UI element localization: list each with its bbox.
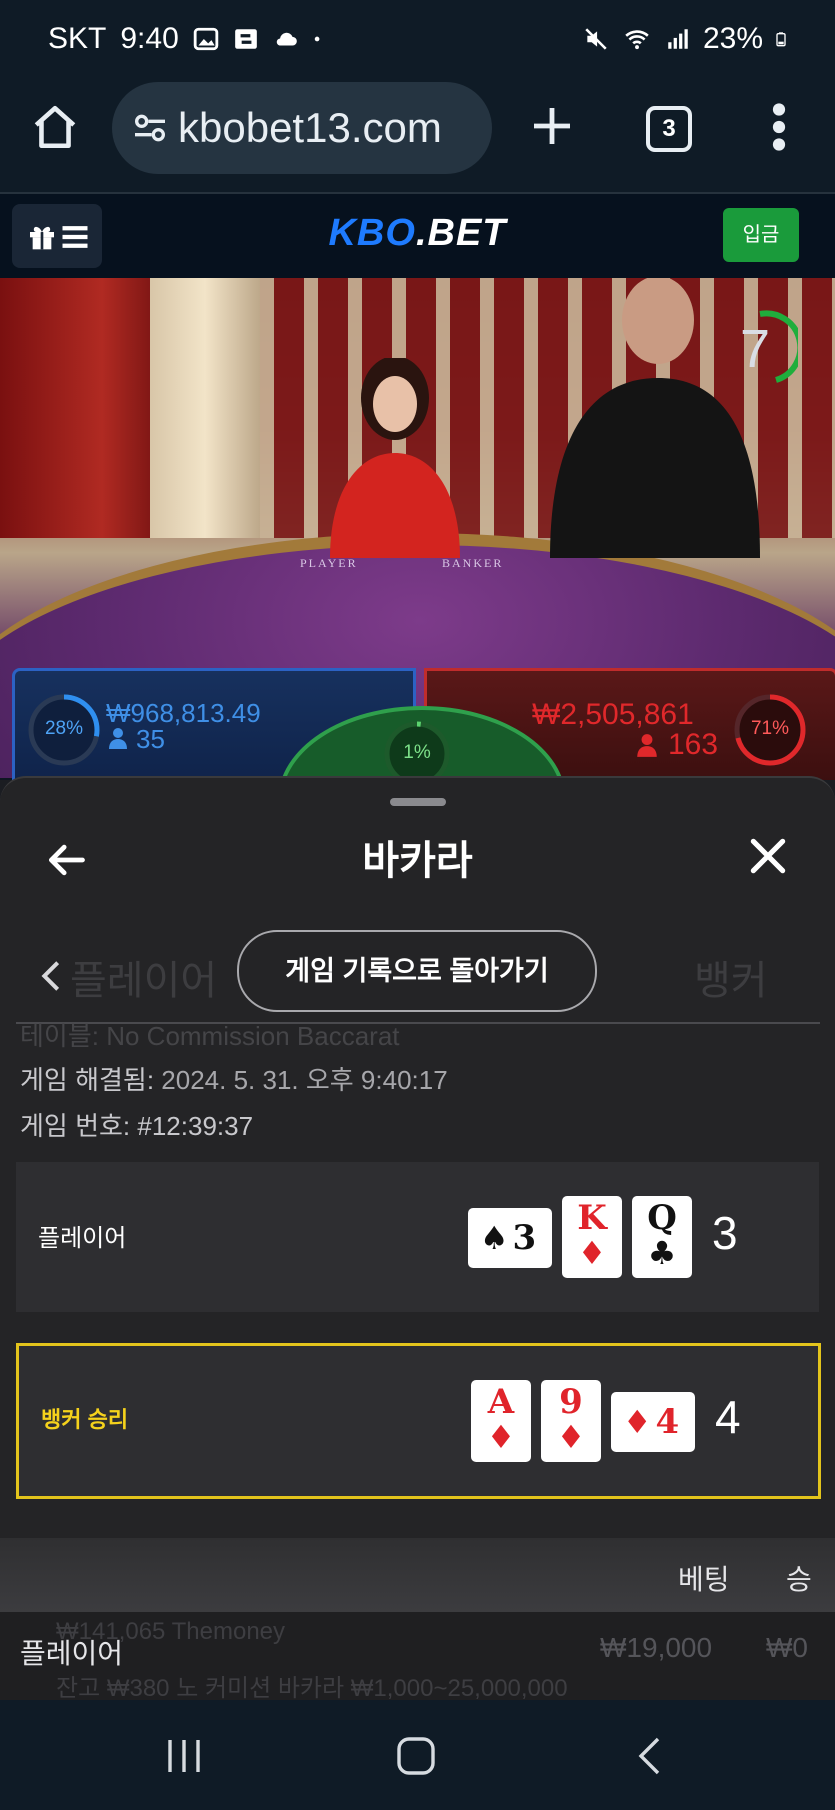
site-logo[interactable]: KBO.BET bbox=[0, 212, 835, 255]
column-bet: 베팅 bbox=[678, 1564, 730, 1595]
column-win: 승 bbox=[786, 1564, 812, 1595]
signal-icon bbox=[668, 29, 688, 49]
countdown-value: 7 bbox=[739, 319, 771, 379]
banker-total-amount: ₩2,505,861 bbox=[532, 698, 694, 731]
betting-header: 베팅 승 bbox=[0, 1538, 835, 1612]
bet-row-label: 플레이어 bbox=[20, 1638, 124, 1669]
player-score: 3 bbox=[712, 1207, 738, 1259]
player-total-amount: ₩968,813.49 bbox=[106, 698, 261, 728]
card-suit: ♠ bbox=[479, 1219, 509, 1257]
ghost-tab-player: 플레이어 bbox=[70, 959, 218, 1003]
banker-score: 4 bbox=[715, 1391, 741, 1443]
game-number-line: 게임 번호: #12:39:37 bbox=[20, 1106, 253, 1143]
close-icon[interactable] bbox=[746, 834, 790, 878]
deposit-button[interactable]: 입금 bbox=[723, 208, 799, 262]
betting-row-player: ₩141,065 Themoney 잔고 ₩380 노 커미션 바카라 ₩1,0… bbox=[0, 1612, 835, 1702]
logo-main: KBO bbox=[328, 212, 416, 254]
card-rank: 4 bbox=[655, 1402, 680, 1442]
resolved-label: 게임 해결됨: bbox=[20, 1065, 155, 1095]
site-settings-icon[interactable] bbox=[130, 108, 170, 148]
banker-result-label: 뱅커 승리 bbox=[41, 1407, 129, 1432]
status-bar: SKT 9:40 23% bbox=[0, 0, 835, 80]
dot-icon bbox=[314, 36, 320, 42]
more-options-icon[interactable] bbox=[772, 102, 786, 152]
ghost-table-line: 테이블: No Commission Baccarat bbox=[20, 1021, 400, 1051]
player-card-3: Q ♣ bbox=[632, 1196, 692, 1278]
logo-suffix: .BET bbox=[415, 212, 507, 254]
banker-card-2: 9 ♦ bbox=[541, 1380, 601, 1462]
ghost-tab-banker: 뱅커 bbox=[694, 959, 768, 1003]
return-to-history-button[interactable]: 게임 기록으로 돌아가기 bbox=[237, 930, 597, 1012]
site-header: KBO.BET 입금 bbox=[0, 194, 835, 278]
dealer-woman bbox=[330, 358, 460, 558]
player-card-1: ♠ 3 bbox=[468, 1208, 552, 1268]
banker-percent: 71% bbox=[750, 718, 790, 739]
game-number-value: #12:39:37 bbox=[137, 1111, 254, 1141]
chevron-left-icon[interactable] bbox=[40, 960, 62, 992]
card-suit: ♦ bbox=[622, 1403, 652, 1441]
card-suit: ♦ bbox=[556, 1418, 586, 1456]
player-card-2: K ♦ bbox=[562, 1196, 622, 1278]
card-suit: ♦ bbox=[577, 1234, 607, 1272]
home-nav-icon[interactable] bbox=[396, 1736, 436, 1776]
gallery-icon bbox=[193, 27, 218, 51]
home-icon[interactable] bbox=[30, 102, 80, 152]
player-percent: 28% bbox=[44, 718, 84, 739]
banker-user-count: 163 bbox=[668, 728, 719, 761]
card-rank: K bbox=[577, 1198, 607, 1238]
ghost-limits-line: 잔고 ₩380 노 커미션 바카라 ₩1,000~25,000,000 bbox=[56, 1675, 568, 1702]
curtain-left bbox=[0, 278, 170, 538]
url-text: kbobet13.com bbox=[178, 104, 442, 151]
banker-card-1: A ♦ bbox=[471, 1380, 531, 1462]
banker-result-row: 뱅커 승리 A ♦ 9 ♦ ♦ 4 4 bbox=[16, 1343, 821, 1499]
cloud-icon bbox=[276, 32, 297, 46]
card-rank: 3 bbox=[512, 1218, 537, 1258]
bet-row-amount: ₩19,000 bbox=[600, 1632, 713, 1663]
card-suit: ♦ bbox=[486, 1418, 516, 1456]
table-label-banker: BANKER bbox=[442, 556, 504, 570]
banker-users-icon bbox=[637, 734, 657, 757]
bet-row-win: ₩0 bbox=[766, 1632, 808, 1663]
player-user-count: 35 bbox=[136, 724, 165, 754]
game-number-label: 게임 번호: bbox=[20, 1111, 131, 1141]
wifi-icon bbox=[625, 30, 649, 50]
tab-switcher-button[interactable]: 3 bbox=[646, 106, 692, 152]
game-resolved-line: 게임 해결됨: 2024. 5. 31. 오후 9:40:17 bbox=[20, 1060, 448, 1097]
curtain-drape bbox=[150, 278, 260, 538]
card-rank: 9 bbox=[559, 1382, 583, 1422]
resolved-value: 2024. 5. 31. 오후 9:40:17 bbox=[161, 1065, 448, 1095]
table-label-player: PLAYER bbox=[300, 556, 358, 570]
player-result-row: 플레이어 ♠ 3 K ♦ Q ♣ 3 bbox=[16, 1162, 819, 1312]
tie-percent: 1% bbox=[403, 742, 431, 763]
carrier-label: SKT bbox=[48, 22, 107, 55]
card-rank: A bbox=[487, 1382, 515, 1422]
tab-count: 3 bbox=[662, 115, 676, 142]
sync-icon bbox=[234, 29, 257, 49]
battery-icon bbox=[776, 32, 786, 47]
battery-percent: 23% bbox=[702, 22, 763, 55]
mute-icon bbox=[585, 28, 607, 50]
android-nav-bar bbox=[0, 1700, 835, 1810]
new-tab-icon[interactable] bbox=[528, 102, 576, 150]
result-sheet: 바카라 플레이어 뱅커 게임 기록으로 돌아가기 테이블: No Commiss… bbox=[0, 776, 835, 1702]
browser-toolbar: kbobet13.com 3 bbox=[0, 80, 835, 194]
sheet-handle[interactable] bbox=[390, 798, 446, 806]
recent-apps-icon[interactable] bbox=[164, 1738, 204, 1774]
back-nav-icon[interactable] bbox=[636, 1736, 662, 1776]
address-bar[interactable]: kbobet13.com bbox=[112, 82, 492, 174]
card-rank: Q bbox=[647, 1198, 677, 1238]
clock: 9:40 bbox=[120, 22, 179, 55]
player-result-label: 플레이어 bbox=[38, 1225, 127, 1252]
card-suit: ♣ bbox=[647, 1234, 677, 1272]
sheet-title: 바카라 bbox=[362, 839, 473, 883]
player-users-icon bbox=[109, 728, 127, 749]
banker-card-3: ♦ 4 bbox=[611, 1392, 695, 1452]
